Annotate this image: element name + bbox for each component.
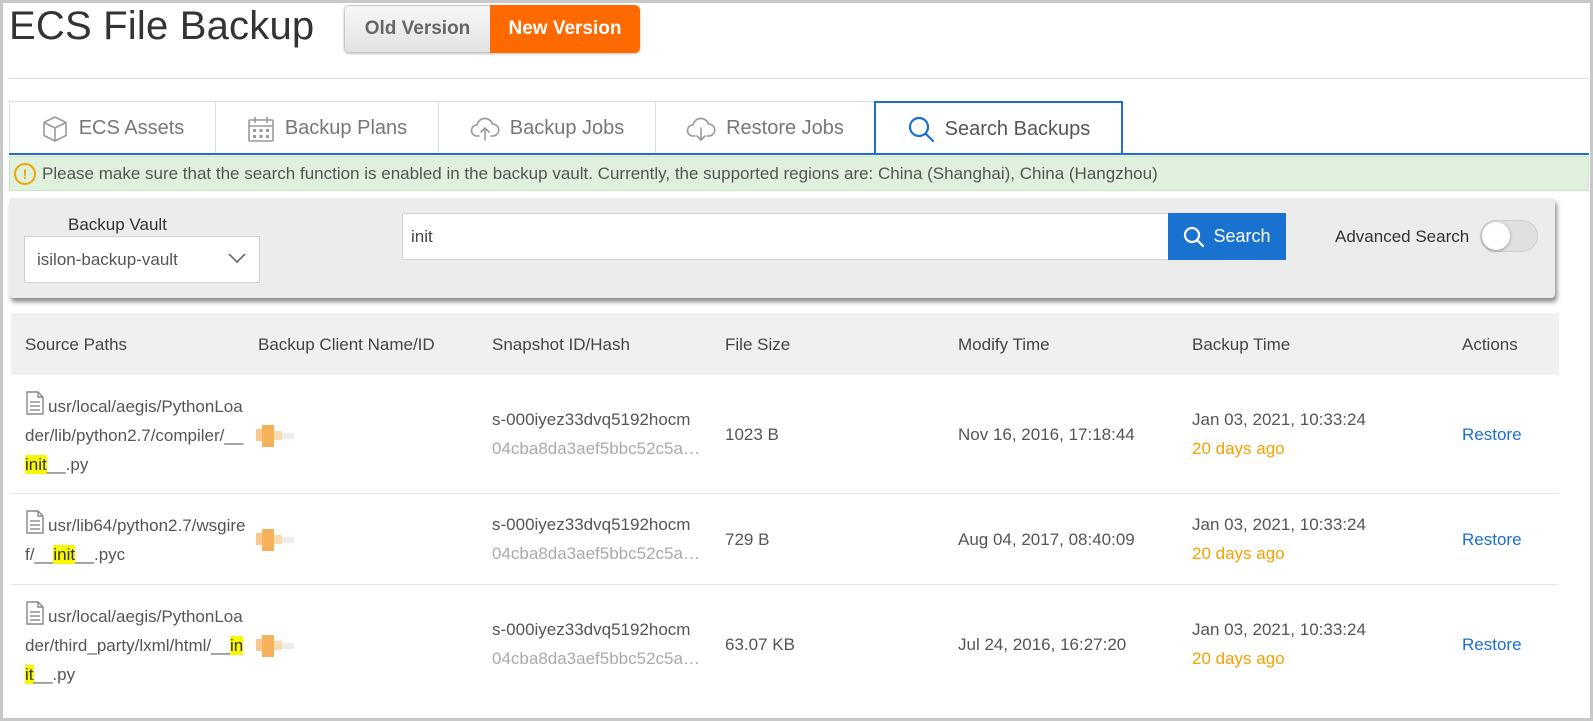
column-header: Modify Time	[958, 335, 1050, 354]
results-table: Source Paths Backup Client Name/ID Snaps…	[11, 313, 1559, 705]
new-version-button[interactable]: New Version	[490, 5, 640, 53]
file-size: 729 B	[725, 530, 770, 549]
notice-banner: ! Please make sure that the search funct…	[9, 156, 1589, 191]
column-header: Source Paths	[25, 335, 128, 354]
tab-label: Backup Jobs	[509, 117, 625, 139]
calendar-icon	[248, 116, 274, 142]
backup-time: Jan 03, 2021, 10:33:24	[1192, 515, 1366, 534]
tab-label: Search Backups	[944, 117, 1091, 140]
backup-time-cell: Jan 03, 2021, 10:33:24 20 days ago	[1192, 615, 1366, 673]
file-icon	[26, 391, 44, 415]
backup-time-cell: Jan 03, 2021, 10:33:24 20 days ago	[1192, 510, 1366, 568]
tab-backup-plans[interactable]: Backup Plans	[215, 101, 439, 155]
table-row: usr/local/aegis/PythonLoader/lib/python2…	[11, 375, 1559, 494]
search-match-highlight: init	[53, 545, 76, 564]
path-text: usr/local/aegis/PythonLoader/third_party…	[25, 607, 243, 655]
modify-time: Aug 04, 2017, 08:40:09	[958, 530, 1135, 549]
header-divider	[9, 78, 1589, 79]
restore-link[interactable]: Restore	[1462, 525, 1522, 554]
column-header: File Size	[725, 335, 791, 354]
path-text: __.py	[46, 455, 89, 474]
search-button[interactable]: Search	[1168, 213, 1286, 260]
search-match-highlight: init	[25, 455, 47, 474]
tab-restore-jobs[interactable]: Restore Jobs	[655, 101, 875, 155]
search-icon	[908, 116, 934, 143]
snapshot-cell: s-000iyez33dvq5192hocm 04cba8da3aef5bbc5…	[492, 510, 712, 568]
path-text: usr/local/aegis/PythonLoader/lib/python2…	[25, 397, 244, 445]
tab-label: Restore Jobs	[726, 117, 844, 139]
snapshot-hash: 04cba8da3aef5bbc52c5a…	[492, 544, 700, 563]
snapshot-id: s-000iyez33dvq5192hocm	[492, 410, 691, 429]
client-name-redacted	[256, 529, 298, 551]
search-icon	[1184, 226, 1205, 247]
column-header: Snapshot ID/Hash	[492, 335, 630, 354]
search-panel: Backup Vault isilon-backup-vault Search …	[9, 198, 1555, 298]
advanced-search-label: Advanced Search	[1335, 227, 1470, 246]
table-header: Source Paths Backup Client Name/ID Snaps…	[11, 313, 1559, 375]
tab-label: Backup Plans	[284, 117, 408, 139]
file-icon	[26, 601, 44, 625]
snapshot-id: s-000iyez33dvq5192hocm	[492, 620, 691, 639]
backup-time-cell: Jan 03, 2021, 10:33:24 20 days ago	[1192, 405, 1366, 463]
snapshot-id: s-000iyez33dvq5192hocm	[492, 515, 691, 534]
snapshot-cell: s-000iyez33dvq5192hocm 04cba8da3aef5bbc5…	[492, 615, 712, 673]
source-path: usr/lib64/python2.7/wsgiref/__init__.pyc	[25, 510, 247, 569]
restore-link[interactable]: Restore	[1462, 420, 1522, 449]
cloud-upload-icon	[470, 117, 500, 141]
advanced-search-toggle[interactable]	[1480, 220, 1538, 252]
modify-time: Nov 16, 2016, 17:18:44	[958, 425, 1135, 444]
warning-icon: !	[14, 162, 36, 185]
toggle-knob	[1482, 222, 1510, 250]
cloud-download-icon	[686, 117, 716, 141]
file-size: 1023 B	[725, 425, 779, 444]
notice-text: Please make sure that the search functio…	[42, 163, 1158, 183]
column-header: Backup Client Name/ID	[258, 335, 435, 354]
snapshot-cell: s-000iyez33dvq5192hocm 04cba8da3aef5bbc5…	[492, 405, 712, 463]
snapshot-hash: 04cba8da3aef5bbc52c5a…	[492, 439, 700, 458]
client-name-redacted	[256, 425, 298, 447]
table-row: usr/local/aegis/PythonLoader/third_party…	[11, 585, 1559, 705]
vault-select-value: isilon-backup-vault	[37, 249, 178, 269]
vault-label: Backup Vault	[68, 215, 167, 234]
backup-relative-time: 20 days ago	[1192, 544, 1285, 563]
old-version-button[interactable]: Old Version	[344, 5, 490, 53]
tab-bar: ECS Assets Backup Plans Backup Jobs Rest…	[9, 101, 1123, 155]
backup-time: Jan 03, 2021, 10:33:24	[1192, 410, 1366, 429]
path-text: __.pyc	[75, 545, 126, 564]
tab-label: ECS Assets	[78, 117, 185, 139]
backup-relative-time: 20 days ago	[1192, 439, 1285, 458]
tab-backup-jobs[interactable]: Backup Jobs	[438, 101, 656, 155]
version-switch[interactable]: Old Version New Version	[344, 5, 640, 53]
column-header: Backup Time	[1192, 335, 1291, 354]
cube-icon	[42, 115, 67, 142]
source-path: usr/local/aegis/PythonLoader/lib/python2…	[25, 391, 247, 479]
backup-relative-time: 20 days ago	[1192, 649, 1285, 668]
file-size: 63.07 KB	[725, 635, 795, 654]
client-name-redacted	[256, 635, 298, 657]
search-input[interactable]	[402, 213, 1168, 260]
column-header: Actions	[1462, 335, 1518, 354]
restore-link[interactable]: Restore	[1462, 630, 1522, 659]
backup-time: Jan 03, 2021, 10:33:24	[1192, 620, 1366, 639]
tab-ecs-assets[interactable]: ECS Assets	[9, 101, 216, 155]
file-icon	[26, 510, 44, 534]
modify-time: Jul 24, 2016, 16:27:20	[958, 635, 1127, 654]
snapshot-hash: 04cba8da3aef5bbc52c5a…	[492, 649, 700, 668]
vault-select[interactable]: isilon-backup-vault	[24, 236, 260, 283]
path-text: __.py	[33, 665, 76, 684]
search-button-label: Search	[1213, 226, 1271, 246]
source-path: usr/local/aegis/PythonLoader/third_party…	[25, 601, 247, 689]
chevron-down-icon	[228, 253, 246, 264]
table-row: usr/lib64/python2.7/wsgiref/__init__.pyc…	[11, 494, 1559, 585]
tab-search-backups[interactable]: Search Backups	[874, 101, 1123, 155]
page-title: ECS File Backup	[9, 4, 315, 48]
tab-underline	[9, 153, 1589, 155]
